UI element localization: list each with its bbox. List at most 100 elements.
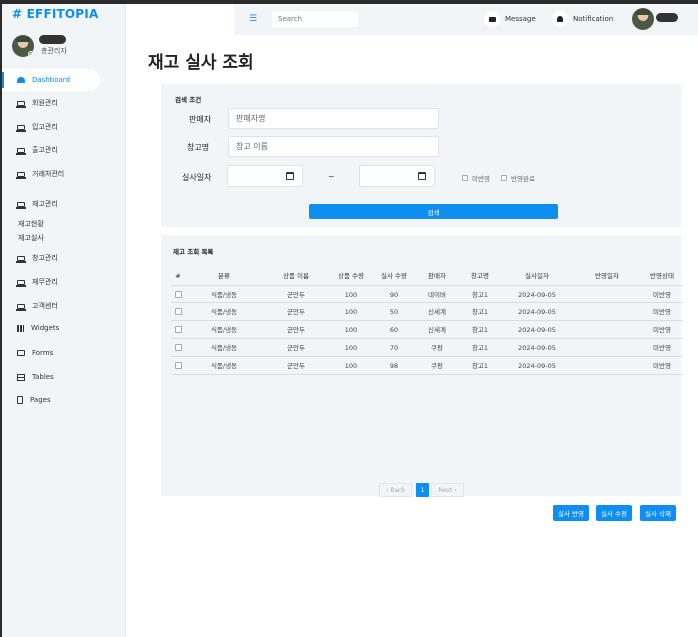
product-cell: 군만두 [287,344,305,352]
column-header: 상품 이름 [283,272,309,280]
table-header-row: # 분류 상품 이름 상품 수량 실사 수량 판매자 창고명 실사일자 반영일자… [171,267,683,285]
product-cell: 군만두 [287,291,305,299]
apply-check-button[interactable]: 실사 반영 [553,505,589,521]
laptop-icon [16,171,26,179]
category-cell: 식품/냉동 [210,362,238,370]
actual-quantity-cell: 70 [389,344,399,352]
row-checkbox[interactable] [175,326,182,333]
laptop-icon [16,201,26,209]
row-checkbox[interactable] [175,291,182,298]
laptop-icon [16,279,26,287]
envelope-icon [488,16,496,22]
table-row[interactable]: 식품/냉동 군만두 100 70 쿠팡 창고1 2024-09-05 미반영 [171,339,683,357]
status-cell: 미반영 [653,362,671,370]
check-date-cell: 2024-09-05 [518,362,556,370]
sidebar-item-pages[interactable]: Pages [2,389,100,411]
check-date-cell: 2024-09-05 [518,291,556,299]
sidebar-item-label: Forms [32,349,54,357]
sidebar-item-client[interactable]: 거래처관리 [2,163,100,185]
bell-icon [557,16,563,22]
pagination-prev-button[interactable]: ‹ Back [379,483,412,497]
sidebar-item-forms[interactable]: Forms [2,342,100,364]
search-conditions-title: 검색 조건 [175,96,202,104]
sidebar-item-warehouse[interactable]: 창고관리 [2,247,100,269]
sidebar-subitem-inventory-status[interactable]: 재고현황 [18,219,44,229]
category-cell: 식품/냉동 [210,291,238,299]
sidebar-item-widgets[interactable]: Widgets [2,317,100,339]
page-title: 재고 실사 조회 [148,53,254,73]
edit-check-button[interactable]: 실사 수정 [596,505,632,521]
column-header: 상품 수량 [338,272,364,280]
delete-check-button[interactable]: 실사 삭제 [640,505,676,521]
end-date-input[interactable] [359,165,435,187]
status-cell: 미반영 [653,326,671,334]
check-date-cell: 2024-09-05 [518,344,556,352]
actual-quantity-cell: 98 [389,362,399,370]
warehouse-cell: 창고1 [471,344,489,352]
avatar [12,35,34,57]
sidebar-item-dashboard[interactable]: Dashboard [2,69,100,91]
unapplied-label: 미반영 [472,175,490,183]
row-checkbox[interactable] [175,344,182,351]
sidebar-item-label: 재고관리 [32,200,58,208]
checkbox-box [501,175,507,181]
column-header: 실사일자 [525,272,549,280]
pagination-page-button[interactable]: 1 [416,483,429,497]
sidebar-item-label: Tables [32,373,54,381]
actual-quantity-cell: 60 [389,326,399,334]
menu-toggle-button[interactable]: ☰ [246,12,260,26]
sidebar-item-label: 출고관리 [32,146,58,154]
laptop-icon [16,147,26,155]
message-link[interactable]: Message [484,11,536,27]
brand-logo[interactable]: # EFFITOPIA [12,7,98,21]
product-cell: 군만두 [287,326,305,334]
applied-checkbox[interactable]: 반영완료 [501,173,535,183]
warehouse-input[interactable] [228,136,439,157]
grid-icon [17,324,24,332]
start-date-input[interactable] [227,165,303,187]
unapplied-checkbox[interactable]: 미반영 [462,173,490,183]
warehouse-label: 창고명 [187,143,210,152]
hamburger-icon: ☰ [248,14,258,24]
sidebar-item-label: Dashboard [32,76,70,84]
sidebar-item-tables[interactable]: Tables [2,366,100,388]
row-checkbox[interactable] [175,362,182,369]
table-row[interactable]: 식품/냉동 군만두 100 98 쿠팡 창고1 2024-09-05 미반영 [171,357,683,375]
sidebar-item-label: Pages [30,396,51,404]
page-icon [17,396,23,404]
notification-link[interactable]: Notification [552,11,613,27]
row-checkbox[interactable] [175,308,182,315]
product-cell: 군만두 [287,308,305,316]
quantity-cell: 100 [344,308,358,316]
table-row[interactable]: 식품/냉동 군만두 100 60 신세계 창고1 2024-09-05 미반영 [171,321,683,339]
laptop-icon [16,255,26,263]
sidebar-item-inbound[interactable]: 입고관리 [2,116,100,138]
seller-input[interactable] [228,108,439,129]
sidebar-item-inventory[interactable]: 재고관리 [2,193,100,215]
sidebar-item-outbound[interactable]: 출고관리 [2,139,100,161]
sidebar-item-member[interactable]: 회원관리 [2,92,100,114]
table-row[interactable]: 식품/냉동 군만두 100 50 신세계 창고1 2024-09-05 미반영 [171,303,683,321]
profile-avatar-button[interactable] [632,8,654,30]
calendar-icon [286,172,294,180]
quantity-cell: 100 [344,362,358,370]
seller-label: 판매자 [189,115,212,124]
user-role: 총관리자 [41,47,67,55]
pagination-next-button[interactable]: Next › [431,483,464,497]
sidebar-item-support[interactable]: 고객센터 [2,295,100,317]
seller-cell: 신세계 [428,326,446,334]
column-header: 반영일자 [595,272,619,280]
inventory-list-panel: 재고 조회 목록 # 분류 상품 이름 상품 수량 실사 수량 판매자 창고명 … [161,235,683,497]
profile-name-redacted [656,13,678,22]
sidebar-subitem-inventory-check[interactable]: 재고실사 [18,233,44,243]
column-header: 분류 [218,272,230,280]
sidebar-item-label: 거래처관리 [32,170,65,178]
warehouse-cell: 창고1 [471,362,489,370]
check-date-label: 실사일자 [182,173,212,182]
search-input[interactable] [272,11,358,27]
search-button[interactable]: 검색 [309,204,558,219]
table-row[interactable]: 식품/냉동 군만두 100 90 네이버 창고1 2024-09-05 미반영 [171,285,683,303]
sidebar-item-finance[interactable]: 재무관리 [2,271,100,293]
inventory-list-title: 재고 조회 목록 [173,248,214,256]
dashboard-icon [17,77,25,83]
